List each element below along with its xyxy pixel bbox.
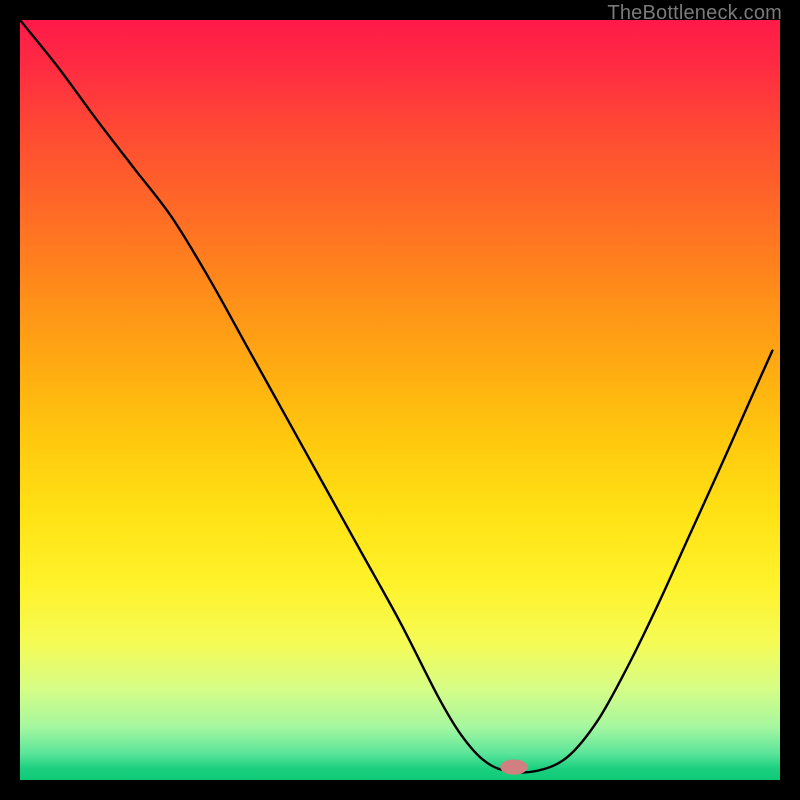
gradient-background — [20, 20, 780, 780]
chart-plot — [20, 20, 780, 780]
optimum-marker — [500, 759, 527, 774]
chart-frame: TheBottleneck.com — [0, 0, 800, 800]
watermark-text: TheBottleneck.com — [607, 2, 782, 25]
